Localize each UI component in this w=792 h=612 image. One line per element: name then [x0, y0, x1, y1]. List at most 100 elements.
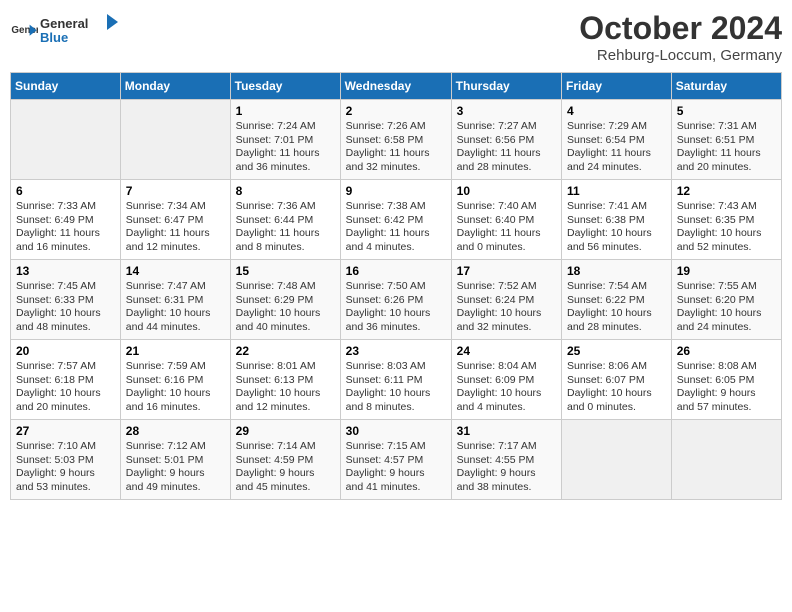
calendar-week-5: 27Sunrise: 7:10 AM Sunset: 5:03 PM Dayli… — [11, 420, 782, 500]
calendar-cell: 29Sunrise: 7:14 AM Sunset: 4:59 PM Dayli… — [230, 420, 340, 500]
day-number: 4 — [567, 104, 666, 118]
day-info: Sunrise: 7:41 AM Sunset: 6:38 PM Dayligh… — [567, 200, 666, 255]
calendar-table: SundayMondayTuesdayWednesdayThursdayFrid… — [10, 72, 782, 500]
day-info: Sunrise: 7:59 AM Sunset: 6:16 PM Dayligh… — [126, 360, 225, 415]
day-info: Sunrise: 7:47 AM Sunset: 6:31 PM Dayligh… — [126, 280, 225, 335]
header-day-friday: Friday — [562, 73, 672, 100]
day-info: Sunrise: 7:10 AM Sunset: 5:03 PM Dayligh… — [16, 440, 115, 495]
calendar-cell: 22 Sunrise: 8:01 AM Sunset: 6:13 PM Dayli… — [230, 340, 340, 420]
calendar-cell: 27Sunrise: 7:10 AM Sunset: 5:03 PM Dayli… — [11, 420, 121, 500]
day-info: Sunrise: 7:40 AM Sunset: 6:40 PM Dayligh… — [457, 200, 556, 255]
day-number: 2 — [346, 104, 446, 118]
day-info: Sunrise: 7:48 AM Sunset: 6:29 PM Dayligh… — [236, 280, 335, 335]
day-info: Sunrise: 7:31 AM Sunset: 6:51 PM Dayligh… — [677, 120, 776, 175]
header-day-monday: Monday — [120, 73, 230, 100]
day-number: 3 — [457, 104, 556, 118]
calendar-cell — [671, 420, 781, 500]
day-number: 19 — [677, 264, 776, 278]
day-info: Sunrise: 8:03 AM Sunset: 6:11 PM Dayligh… — [346, 360, 446, 415]
calendar-week-2: 6Sunrise: 7:33 AM Sunset: 6:49 PM Daylig… — [11, 180, 782, 260]
day-info: Sunrise: 8:06 AM Sunset: 6:07 PM Dayligh… — [567, 360, 666, 415]
day-number: 13 — [16, 264, 115, 278]
day-number: 1 — [236, 104, 335, 118]
header-day-saturday: Saturday — [671, 73, 781, 100]
day-info: Sunrise: 7:33 AM Sunset: 6:49 PM Dayligh… — [16, 200, 115, 255]
calendar-cell — [11, 100, 121, 180]
location: Rehburg-Loccum, Germany — [579, 47, 782, 64]
calendar-cell: 9Sunrise: 7:38 AM Sunset: 6:42 PM Daylig… — [340, 180, 451, 260]
day-number: 31 — [457, 424, 556, 438]
calendar-cell: 19 Sunrise: 7:55 AM Sunset: 6:20 PM Dayli… — [671, 260, 781, 340]
calendar-cell: 14 Sunrise: 7:47 AM Sunset: 6:31 PM Dayli… — [120, 260, 230, 340]
calendar-cell: 15 Sunrise: 7:48 AM Sunset: 6:29 PM Dayli… — [230, 260, 340, 340]
calendar-cell — [120, 100, 230, 180]
day-info: Sunrise: 7:14 AM Sunset: 4:59 PM Dayligh… — [236, 440, 335, 495]
calendar-cell: 5 Sunrise: 7:31 AM Sunset: 6:51 PM Daylig… — [671, 100, 781, 180]
day-number: 5 — [677, 104, 776, 118]
day-number: 30 — [346, 424, 446, 438]
day-number: 15 — [236, 264, 335, 278]
day-number: 11 — [567, 184, 666, 198]
header-day-sunday: Sunday — [11, 73, 121, 100]
day-info: Sunrise: 7:12 AM Sunset: 5:01 PM Dayligh… — [126, 440, 225, 495]
day-info: Sunrise: 7:15 AM Sunset: 4:57 PM Dayligh… — [346, 440, 446, 495]
calendar-week-4: 20 Sunrise: 7:57 AM Sunset: 6:18 PM Dayli… — [11, 340, 782, 420]
calendar-cell: 30 Sunrise: 7:15 AM Sunset: 4:57 PM Dayli… — [340, 420, 451, 500]
day-info: Sunrise: 7:34 AM Sunset: 6:47 PM Dayligh… — [126, 200, 225, 255]
day-number: 28 — [126, 424, 225, 438]
day-info: Sunrise: 8:01 AM Sunset: 6:13 PM Dayligh… — [236, 360, 335, 415]
header-day-tuesday: Tuesday — [230, 73, 340, 100]
day-number: 14 — [126, 264, 225, 278]
calendar-cell: 10 Sunrise: 7:40 AM Sunset: 6:40 PM Dayli… — [451, 180, 561, 260]
title-block: October 2024 Rehburg-Loccum, Germany — [579, 10, 782, 64]
calendar-cell — [562, 420, 672, 500]
day-number: 26 — [677, 344, 776, 358]
calendar-cell: 18Sunrise: 7:54 AM Sunset: 6:22 PM Dayli… — [562, 260, 672, 340]
day-number: 7 — [126, 184, 225, 198]
calendar-header-row: SundayMondayTuesdayWednesdayThursdayFrid… — [11, 73, 782, 100]
svg-text:General: General — [40, 16, 88, 31]
calendar-cell: 2 Sunrise: 7:26 AM Sunset: 6:58 PM Daylig… — [340, 100, 451, 180]
page-header: General General Blue October 2024 Rehbur… — [10, 10, 782, 64]
calendar-cell: 4Sunrise: 7:29 AM Sunset: 6:54 PM Daylig… — [562, 100, 672, 180]
calendar-cell: 24Sunrise: 8:04 AM Sunset: 6:09 PM Dayli… — [451, 340, 561, 420]
header-day-thursday: Thursday — [451, 73, 561, 100]
day-info: Sunrise: 7:36 AM Sunset: 6:44 PM Dayligh… — [236, 200, 335, 255]
calendar-cell: 13Sunrise: 7:45 AM Sunset: 6:33 PM Dayli… — [11, 260, 121, 340]
logo: General General Blue — [10, 10, 120, 55]
day-info: Sunrise: 7:27 AM Sunset: 6:56 PM Dayligh… — [457, 120, 556, 175]
calendar-week-3: 13Sunrise: 7:45 AM Sunset: 6:33 PM Dayli… — [11, 260, 782, 340]
day-info: Sunrise: 7:57 AM Sunset: 6:18 PM Dayligh… — [16, 360, 115, 415]
calendar-cell: 1 Sunrise: 7:24 AM Sunset: 7:01 PM Daylig… — [230, 100, 340, 180]
month-title: October 2024 — [579, 10, 782, 47]
day-number: 17 — [457, 264, 556, 278]
calendar-cell: 23Sunrise: 8:03 AM Sunset: 6:11 PM Dayli… — [340, 340, 451, 420]
calendar-cell: 3 Sunrise: 7:27 AM Sunset: 6:56 PM Daylig… — [451, 100, 561, 180]
day-info: Sunrise: 7:43 AM Sunset: 6:35 PM Dayligh… — [677, 200, 776, 255]
calendar-cell: 21 Sunrise: 7:59 AM Sunset: 6:16 PM Dayli… — [120, 340, 230, 420]
calendar-cell: 12Sunrise: 7:43 AM Sunset: 6:35 PM Dayli… — [671, 180, 781, 260]
calendar-cell: 20 Sunrise: 7:57 AM Sunset: 6:18 PM Dayli… — [11, 340, 121, 420]
day-info: Sunrise: 7:52 AM Sunset: 6:24 PM Dayligh… — [457, 280, 556, 335]
calendar-cell: 16 Sunrise: 7:50 AM Sunset: 6:26 PM Dayli… — [340, 260, 451, 340]
day-info: Sunrise: 7:26 AM Sunset: 6:58 PM Dayligh… — [346, 120, 446, 175]
calendar-cell: 7 Sunrise: 7:34 AM Sunset: 6:47 PM Daylig… — [120, 180, 230, 260]
day-number: 9 — [346, 184, 446, 198]
calendar-cell: 31 Sunrise: 7:17 AM Sunset: 4:55 PM Dayli… — [451, 420, 561, 500]
calendar-cell: 17 Sunrise: 7:52 AM Sunset: 6:24 PM Dayli… — [451, 260, 561, 340]
day-number: 24 — [457, 344, 556, 358]
day-number: 10 — [457, 184, 556, 198]
day-number: 16 — [346, 264, 446, 278]
day-info: Sunrise: 7:50 AM Sunset: 6:26 PM Dayligh… — [346, 280, 446, 335]
day-info: Sunrise: 7:17 AM Sunset: 4:55 PM Dayligh… — [457, 440, 556, 495]
calendar-cell: 26Sunrise: 8:08 AM Sunset: 6:05 PM Dayli… — [671, 340, 781, 420]
day-info: Sunrise: 7:55 AM Sunset: 6:20 PM Dayligh… — [677, 280, 776, 335]
day-info: Sunrise: 7:24 AM Sunset: 7:01 PM Dayligh… — [236, 120, 335, 175]
calendar-cell: 11 Sunrise: 7:41 AM Sunset: 6:38 PM Dayli… — [562, 180, 672, 260]
day-number: 25 — [567, 344, 666, 358]
day-number: 20 — [16, 344, 115, 358]
day-number: 21 — [126, 344, 225, 358]
logo-text: General Blue — [40, 10, 120, 55]
day-number: 22 — [236, 344, 335, 358]
calendar-cell: 6Sunrise: 7:33 AM Sunset: 6:49 PM Daylig… — [11, 180, 121, 260]
